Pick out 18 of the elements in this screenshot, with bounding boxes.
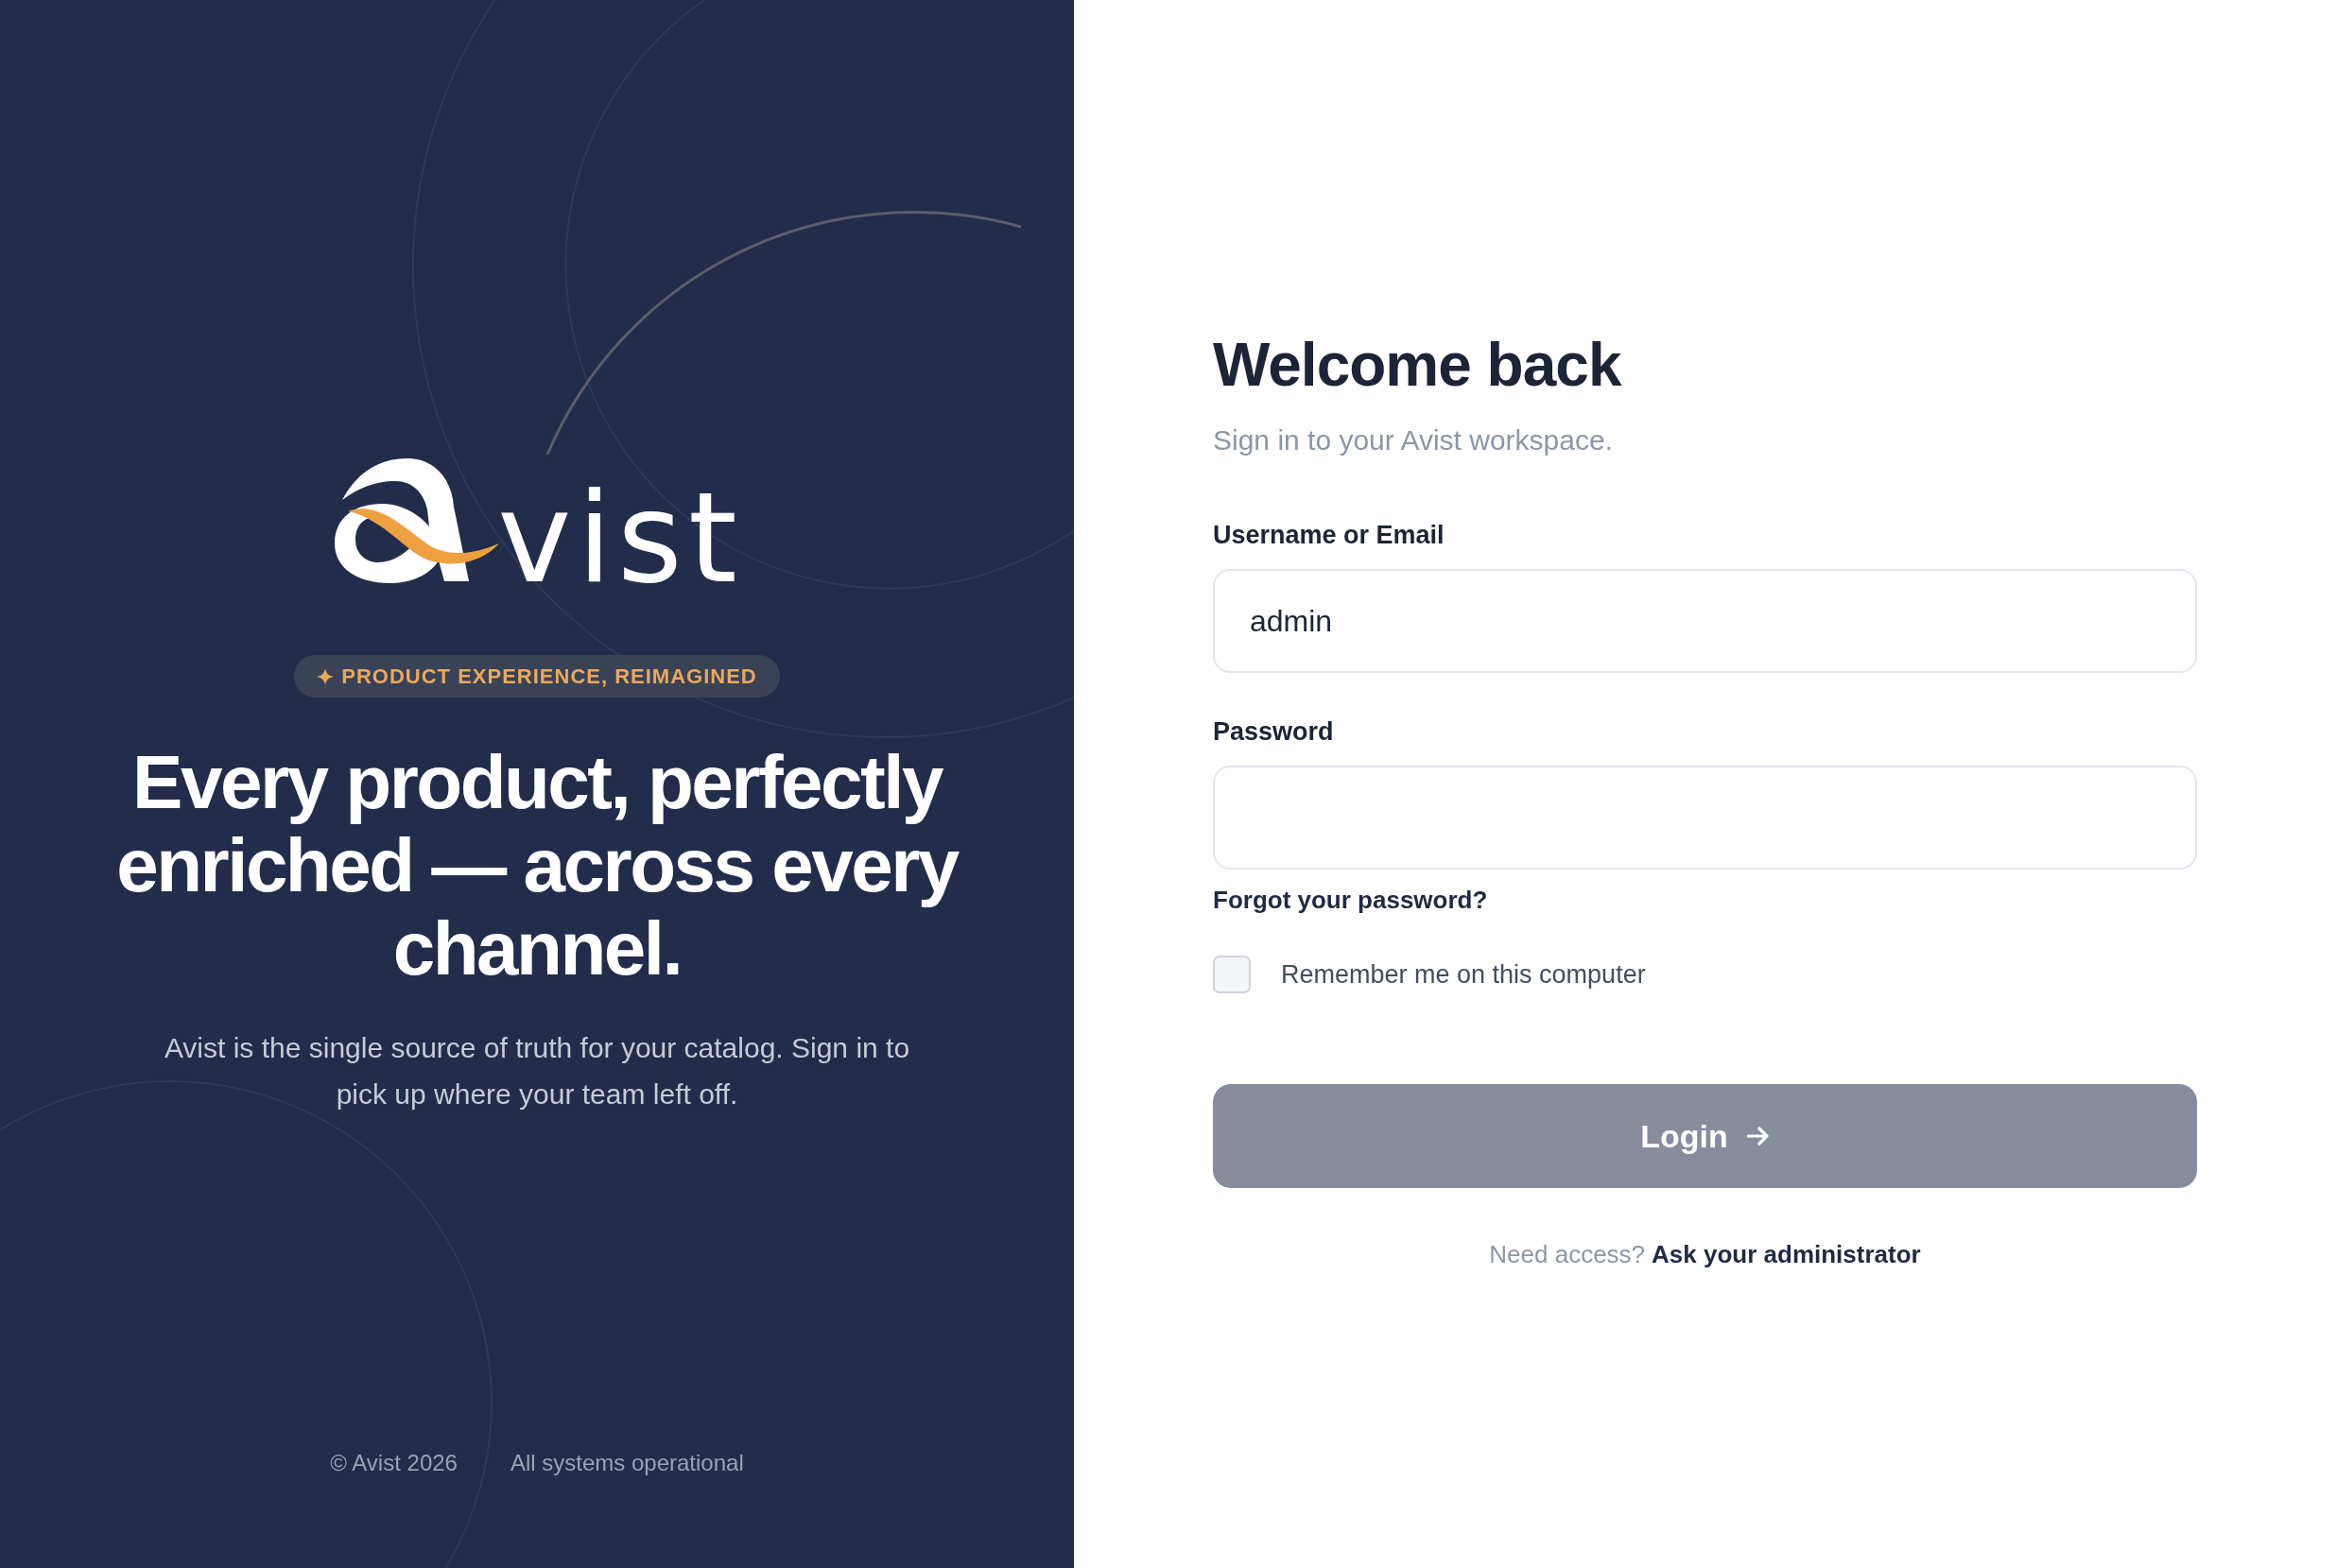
arrow-right-icon — [1746, 1126, 1770, 1146]
copyright-text: © Avist 2026 — [330, 1449, 458, 1477]
form-title: Welcome back — [1213, 330, 1623, 400]
form-subtitle: Sign in to your Avist workspace. — [1213, 423, 1614, 457]
field-label: Password — [1213, 716, 1334, 748]
input-field[interactable] — [1213, 766, 2197, 870]
forgot-password-link[interactable]: Forgot your password? — [1213, 883, 1488, 917]
status-text: All systems operational — [510, 1449, 744, 1477]
checkbox[interactable] — [1213, 956, 1251, 993]
sparkle-icon — [317, 667, 335, 685]
checkbox-label: Remember me on this computer — [1281, 959, 1646, 991]
headline: Every product, perfectly enriched — across every channel. — [115, 741, 960, 991]
administrator-link[interactable]: Ask your administrator — [1652, 1237, 1921, 1271]
input-field[interactable]: admin — [1213, 569, 2197, 673]
access-prompt: Need access? — [1489, 1239, 1646, 1270]
field-label: Username or Email — [1213, 520, 1445, 551]
tagline-text: PRODUCT EXPERIENCE, REIMAGINED — [341, 663, 757, 689]
description: Avist is the single source of truth for your catalog. Sign in to pick up where your team left off. — [163, 1031, 911, 1111]
